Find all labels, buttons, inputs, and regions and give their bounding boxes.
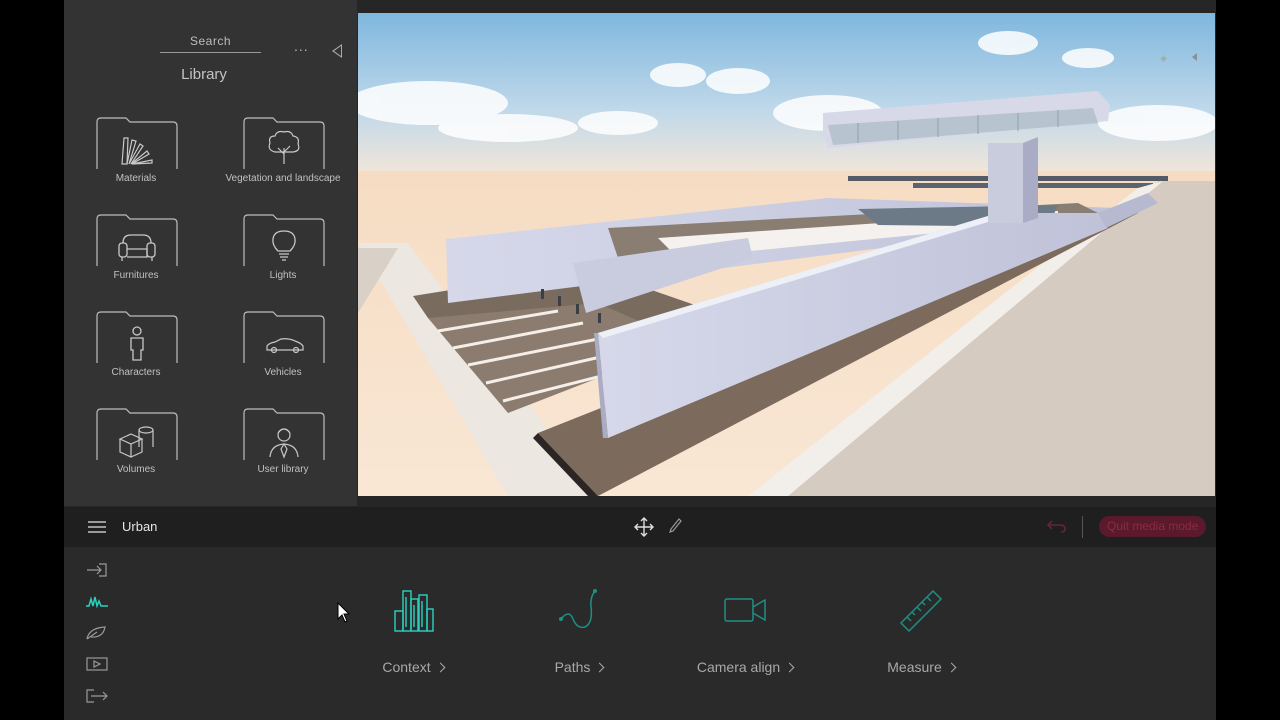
media-icon[interactable] bbox=[85, 655, 109, 673]
tools-panel: Context Paths Camera align Measure bbox=[64, 547, 1216, 720]
library-folder-lights[interactable]: Lights bbox=[223, 213, 343, 291]
camera-align-tool[interactable]: Camera align bbox=[685, 587, 805, 677]
library-title: Library bbox=[181, 66, 227, 83]
move-tool-icon[interactable] bbox=[633, 516, 655, 538]
paths-tool[interactable]: Paths bbox=[519, 587, 639, 677]
car-icon bbox=[243, 311, 325, 363]
library-panel: Search ... Library Materials Vegetation … bbox=[64, 0, 357, 506]
measure-tool[interactable]: Measure bbox=[861, 587, 981, 677]
library-folder-label: Lights bbox=[269, 270, 297, 281]
video-camera-icon bbox=[724, 598, 766, 622]
toolbar-divider bbox=[1082, 516, 1083, 538]
ruler-icon bbox=[899, 589, 943, 633]
waveform-icon[interactable] bbox=[85, 593, 109, 611]
leaf-icon[interactable] bbox=[85, 624, 109, 642]
library-folder-volumes[interactable]: Volumes bbox=[76, 407, 196, 485]
tool-label: Context bbox=[382, 659, 431, 675]
library-folder-label: User library bbox=[257, 464, 309, 475]
library-folder-label: Volumes bbox=[116, 464, 156, 475]
collapse-panel-icon[interactable] bbox=[332, 44, 342, 58]
export-icon[interactable] bbox=[85, 687, 109, 705]
mouse-cursor-icon bbox=[337, 602, 351, 623]
undo-icon[interactable] bbox=[1046, 517, 1068, 535]
main-toolbar: Urban Quit media mode bbox=[64, 507, 1216, 547]
chevron-right-icon bbox=[946, 662, 957, 673]
viewport-arrow-icon[interactable] bbox=[1192, 53, 1197, 61]
user-icon bbox=[243, 408, 325, 460]
hamburger-menu-icon[interactable] bbox=[88, 521, 106, 533]
library-folder-label: Vehicles bbox=[264, 367, 302, 378]
library-folder-vehicles[interactable]: Vehicles bbox=[223, 310, 343, 388]
app-window: Search ... Library Materials Vegetation … bbox=[64, 0, 1216, 720]
library-folder-label: Vegetation and landscape bbox=[225, 173, 341, 184]
3d-viewport[interactable]: ◈ bbox=[358, 13, 1215, 496]
path-curve-icon bbox=[559, 589, 597, 629]
armchair-icon bbox=[96, 214, 178, 266]
chevron-right-icon bbox=[435, 662, 446, 673]
import-icon[interactable] bbox=[85, 561, 109, 579]
tool-label: Paths bbox=[554, 659, 591, 675]
search-input[interactable]: Search bbox=[160, 34, 261, 53]
library-folder-label: Characters bbox=[111, 367, 161, 378]
library-folder-materials[interactable]: Materials bbox=[76, 116, 196, 194]
library-folder-label: Furnitures bbox=[113, 270, 159, 281]
tree-icon bbox=[243, 117, 325, 169]
quit-media-mode-button[interactable]: Quit media mode bbox=[1099, 516, 1207, 537]
library-folder-vegetation[interactable]: Vegetation and landscape bbox=[223, 116, 343, 194]
chevron-right-icon bbox=[594, 662, 605, 673]
tool-label: Measure bbox=[887, 659, 942, 675]
library-folder-characters[interactable]: Characters bbox=[76, 310, 196, 388]
pen-tool-icon[interactable] bbox=[667, 517, 683, 535]
materials-swatch-icon bbox=[96, 117, 178, 169]
view-toggle-icon[interactable]: ◈ bbox=[1160, 53, 1167, 64]
cube-cylinder-icon bbox=[96, 408, 178, 460]
context-tool[interactable]: Context bbox=[353, 587, 473, 677]
tool-label: Camera align bbox=[696, 659, 781, 675]
library-folder-label: Materials bbox=[115, 173, 157, 184]
city-buildings-icon bbox=[394, 590, 434, 632]
more-options-button[interactable]: ... bbox=[294, 38, 309, 54]
lightbulb-icon bbox=[243, 214, 325, 266]
person-icon bbox=[96, 311, 178, 363]
library-folder-furnitures[interactable]: Furnitures bbox=[76, 213, 196, 291]
library-folder-user-library[interactable]: User library bbox=[223, 407, 343, 485]
chevron-right-icon bbox=[784, 662, 795, 673]
architecture-render bbox=[358, 13, 1215, 496]
mode-label: Urban bbox=[122, 519, 158, 534]
